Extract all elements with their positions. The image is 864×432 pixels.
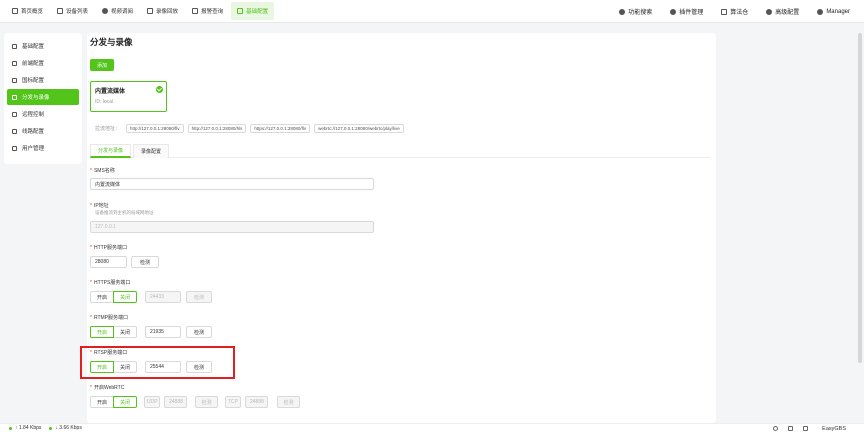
https-detect-button[interactable]: 检测 <box>186 291 212 303</box>
scrollbar-thumb[interactable] <box>858 33 862 363</box>
sidebar-item-remote[interactable]: 远程控制 <box>7 106 79 122</box>
media-server-id: ID: local <box>95 99 114 105</box>
webrtc-on-option[interactable]: 开启 <box>90 396 114 408</box>
page-title: 分发与录像 <box>90 37 133 47</box>
nav-item-config[interactable]: 基础配置 <box>231 2 275 20</box>
page-scrollbar[interactable] <box>858 23 862 423</box>
top-nav: 首页概览 设备列表 视频调阅 录像回放 报警查询 基础配置 功能搜索 插件管理 … <box>0 0 864 23</box>
webrtc-udp-detect-button[interactable]: 检测 <box>195 396 218 408</box>
sidebar-item-users[interactable]: 用户管理 <box>7 140 79 156</box>
sidebar-item-gb[interactable]: 国标配置 <box>7 72 79 88</box>
sidebar-item-dispatch[interactable]: 分发与录像 <box>7 89 79 105</box>
nav-advanced[interactable]: 高级配置 <box>760 3 805 21</box>
cloud-playback-icon <box>147 8 154 14</box>
search-icon <box>619 8 626 15</box>
rtmp-detect-button[interactable]: 检测 <box>186 326 212 338</box>
webrtc-tcp-label: TCP <box>225 396 241 408</box>
upload-rate: ↑ 1.84 Kbps <box>9 425 41 431</box>
sidebar: 基础配置 前端配置 国标配置 分发与录像 远程控制 线路配置 用户管理 <box>4 33 82 164</box>
sidebar-item-frontend[interactable]: 前端配置 <box>7 55 79 71</box>
device-list-icon <box>57 8 64 14</box>
sidebar-item-lines[interactable]: 线路配置 <box>7 123 79 139</box>
webrtc-udp-label: UDP <box>144 396 160 408</box>
rtmp-port-label: * RTMP服务端口 <box>90 315 129 321</box>
add-button[interactable]: 添加 <box>90 59 114 71</box>
nav-search[interactable]: 功能搜索 <box>613 3 658 21</box>
users-icon <box>12 145 17 151</box>
status-right: EasyGBS <box>763 424 846 432</box>
webrtc-udp-port-input[interactable]: 24888 <box>164 396 187 408</box>
stream-address-label: 拉流地址： <box>95 126 121 132</box>
webrtc-tcp-detect-button[interactable]: 检测 <box>277 396 300 408</box>
nav-algorithm[interactable]: 算法仓 <box>715 3 754 21</box>
ip-input[interactable]: 127.0.0.1 <box>90 221 374 233</box>
help-icon[interactable] <box>773 426 779 431</box>
nav-right: 功能搜索 插件管理 算法仓 高级配置 Manager <box>609 0 858 23</box>
config-tabs: 分发与录像 录像配置 <box>90 144 710 158</box>
rtmp-toggle: 开启 关闭 <box>90 326 137 338</box>
ip-hint: 设备推流到主机的局域网地址 <box>95 210 154 215</box>
config-edit-icon <box>237 8 244 14</box>
media-server-name: 内置流媒体 <box>95 89 126 95</box>
http-detect-button[interactable]: 检测 <box>131 256 159 268</box>
list-icon <box>12 43 17 49</box>
stream-address-flv[interactable]: http://127.0.0.1:28080/flv <box>126 124 184 133</box>
rtsp-on-option[interactable]: 开启 <box>90 361 114 373</box>
nav-item-playback[interactable]: 录像回放 <box>141 2 184 20</box>
download-icon[interactable] <box>803 426 809 431</box>
status-dot-icon <box>9 426 12 430</box>
https-on-option[interactable]: 开启 <box>90 291 114 303</box>
status-bar: ↑ 1.84 Kbps ↓ 3.66 Kbps EasyGBS <box>0 423 864 432</box>
nav-item-alarm[interactable]: 报警查询 <box>186 2 229 20</box>
stream-address-row: 拉流地址： http://127.0.0.1:28080/flv http://… <box>95 124 408 133</box>
stream-address-https-flv[interactable]: https://127.0.0.1:28080/flv <box>250 124 311 133</box>
http-port-input[interactable]: 28080 <box>90 256 127 268</box>
status-dot-icon <box>49 426 53 430</box>
webrtc-off-option[interactable]: 关闭 <box>113 396 137 408</box>
doc-icon[interactable] <box>788 426 794 431</box>
tab-dispatch[interactable]: 分发与录像 <box>90 144 132 158</box>
rtmp-port-input[interactable]: 21935 <box>145 326 181 338</box>
sms-name-input[interactable]: 内置流媒体 <box>90 178 374 190</box>
nav-item-home[interactable]: 首页概览 <box>6 2 49 20</box>
gear-icon <box>766 8 773 15</box>
nav-item-devices[interactable]: 设备列表 <box>51 2 94 20</box>
https-toggle: 开启 关闭 <box>90 291 137 303</box>
sidebar-item-basic[interactable]: 基础配置 <box>7 38 79 54</box>
stream-address-hls[interactable]: http://127.0.0.1:28080/hls <box>187 124 247 133</box>
plugin-icon <box>670 8 677 15</box>
remote-control-icon <box>12 111 17 117</box>
nav-plugins[interactable]: 插件管理 <box>664 3 709 21</box>
webrtc-toggle: 开启 关闭 <box>90 396 137 408</box>
edit-icon <box>12 94 17 100</box>
algorithm-box-icon <box>721 8 728 15</box>
alarm-bell-icon <box>192 8 199 14</box>
check-circle-icon <box>156 86 163 93</box>
tab-record[interactable]: 录像配置 <box>133 144 170 158</box>
home-icon <box>12 8 18 14</box>
video-icon <box>102 8 109 14</box>
nav-item-video[interactable]: 视频调阅 <box>96 2 139 20</box>
https-port-label: * HTTPS服务端口 <box>90 280 131 286</box>
http-port-label: * HTTP服务端口 <box>90 245 128 251</box>
rtmp-on-option[interactable]: 开启 <box>90 326 114 338</box>
route-icon <box>12 128 17 134</box>
https-off-option[interactable]: 关闭 <box>113 291 137 303</box>
media-server-card[interactable]: 内置流媒体 ID: local <box>90 81 167 112</box>
webrtc-label: * 开启WebRTC <box>90 385 125 391</box>
settings-icon <box>12 77 17 83</box>
ip-label: * IP地址 <box>90 203 109 209</box>
stream-address-webrtc[interactable]: webrtc://127.0.0.1:28080/webrtc/play/liv… <box>314 124 404 133</box>
webrtc-tcp-port-input[interactable]: 24888 <box>245 396 268 408</box>
download-rate: ↓ 3.66 Kbps <box>49 425 82 431</box>
user-icon <box>817 8 824 15</box>
grid-icon <box>12 60 17 66</box>
https-port-input[interactable]: 24433 <box>145 291 181 303</box>
nav-user[interactable]: Manager <box>811 3 856 21</box>
brand-label: EasyGBS <box>822 425 846 432</box>
rtmp-off-option[interactable]: 关闭 <box>113 326 137 338</box>
sms-name-label: * SMS名称 <box>90 168 115 174</box>
